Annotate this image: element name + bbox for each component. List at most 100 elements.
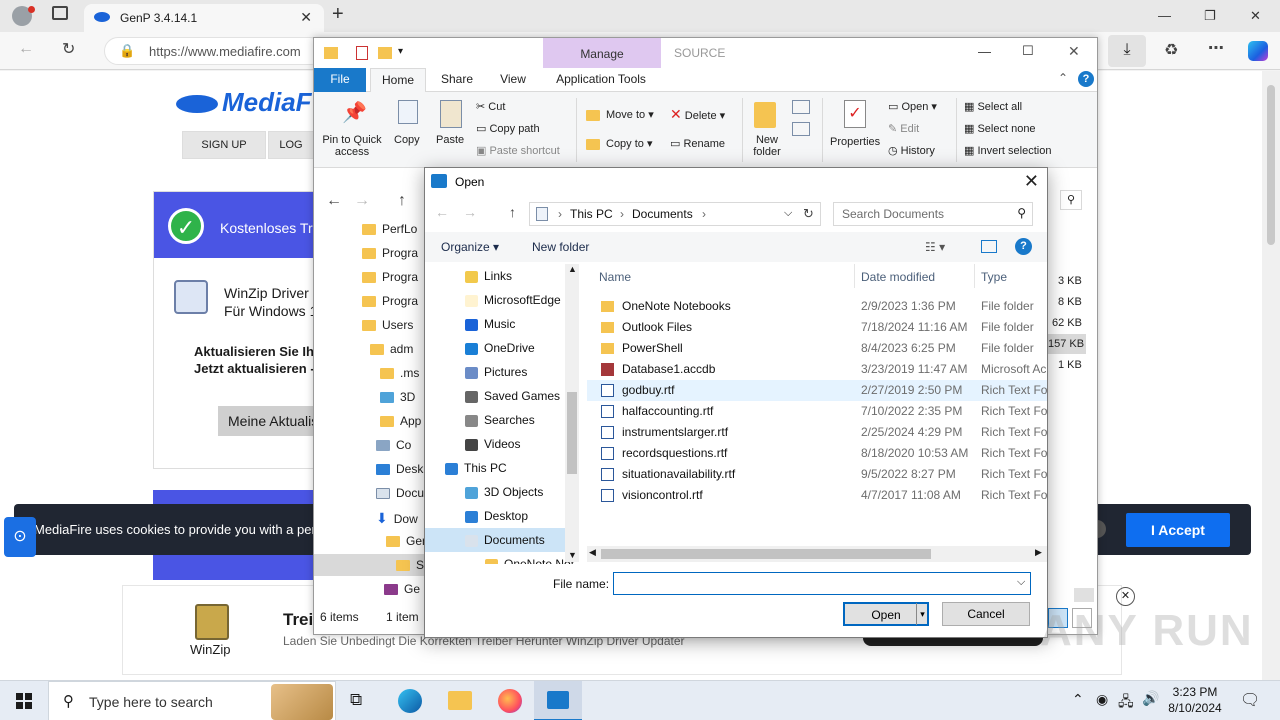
new-item-icon[interactable] (792, 100, 810, 114)
task-view-icon[interactable]: ⧉ (350, 690, 362, 710)
dialog-close-icon[interactable]: ✕ (1024, 171, 1039, 192)
signup-button[interactable]: SIGN UP (182, 131, 266, 159)
pin-quick-access-button[interactable]: Pin to Quick access (320, 134, 384, 158)
explorer-nav-item[interactable]: adm (370, 342, 413, 356)
easy-access-icon[interactable] (792, 122, 810, 136)
new-tab-button[interactable]: + (332, 3, 344, 26)
dialog-nav-item[interactable]: OneDrive (425, 336, 565, 360)
open-button[interactable]: ▭ Open ▾ (888, 100, 937, 113)
manage-tab[interactable]: Manage (543, 38, 661, 68)
copy-path-button[interactable]: ▭ Copy path (476, 122, 540, 135)
dialog-help-icon[interactable]: ? (1015, 238, 1032, 255)
explorer-nav-item[interactable]: Ge (384, 582, 420, 596)
explorer-nav-item[interactable]: Desk (376, 462, 423, 476)
delete-button[interactable]: ✕ Delete ▾ (670, 106, 725, 123)
extensions-icon[interactable]: ♻ (1164, 40, 1178, 60)
dialog-nav-item[interactable]: Documents (425, 528, 565, 552)
dialog-up-icon[interactable]: ↑ (509, 204, 516, 220)
explorer-hscroll[interactable] (1074, 588, 1094, 602)
explorer-back-icon[interactable]: ← (326, 192, 342, 210)
close-icon[interactable]: ✕ (1250, 8, 1261, 24)
dialog-nav-item[interactable]: Searches (425, 408, 565, 432)
page-scrollbar-thumb[interactable] (1267, 85, 1275, 245)
column-separator[interactable] (854, 264, 855, 288)
active-app-taskbar-icon[interactable] (534, 681, 582, 720)
move-to-button[interactable]: Move to ▾ (586, 108, 654, 121)
copy-button[interactable]: Copy (394, 134, 420, 146)
file-row[interactable]: OneNote Notebooks 2/9/2023 1:36 PM File fo… (587, 296, 1047, 317)
new-folder-button[interactable]: New folder (748, 134, 786, 158)
back-icon[interactable]: ← (18, 40, 34, 58)
scroll-right-icon[interactable]: ▶ (1035, 547, 1042, 558)
paste-button[interactable]: Paste (436, 134, 464, 146)
file-row[interactable]: halfaccounting.rtf 7/10/2022 2:35 PM Rich … (587, 401, 1047, 422)
dialog-nav-item[interactable]: Pictures (425, 360, 565, 384)
dialog-nav-item[interactable]: Music (425, 312, 565, 336)
explorer-nav-item[interactable]: ⬇ Dow (376, 510, 418, 527)
tab-application-tools[interactable]: Application Tools (546, 68, 656, 92)
explorer-nav-item[interactable]: Co (376, 438, 411, 452)
explorer-search-icon[interactable]: ⚲ (1060, 190, 1082, 210)
help-icon[interactable]: ? (1078, 71, 1094, 87)
column-header-type[interactable]: Type (981, 270, 1007, 284)
properties-button[interactable]: Properties (830, 136, 880, 148)
dialog-back-icon[interactable]: ← (435, 204, 449, 220)
dialog-nav-item[interactable]: OneNote Not (425, 552, 574, 564)
page-scrollbar[interactable] (1262, 71, 1280, 680)
taskbar-search[interactable]: ⚲ Type here to search (48, 681, 336, 720)
tab-close-icon[interactable]: ✕ (300, 9, 312, 26)
copilot-icon[interactable] (1248, 41, 1268, 61)
assist-icon[interactable]: ⊙ (4, 517, 36, 557)
dialog-nav-item[interactable]: Saved Games (425, 384, 565, 408)
cancel-button[interactable]: Cancel (942, 602, 1030, 626)
breadcrumb[interactable]: › This PC › Documents › ⌵ (529, 202, 821, 226)
cut-button[interactable]: ✂ Cut (476, 100, 505, 113)
explorer-nav-item[interactable]: Progra (362, 270, 418, 284)
explorer-minimize-icon[interactable]: — (978, 44, 991, 59)
minimize-icon[interactable]: — (1158, 8, 1171, 23)
address-bar[interactable]: 🔒 https://www.mediafire.com (104, 37, 324, 65)
organize-button[interactable]: Organize ▾ (441, 240, 499, 254)
nav-pane-scrollbar-thumb[interactable] (567, 392, 577, 474)
taskbar-clock[interactable]: 3:23 PM 8/10/2024 (1160, 684, 1230, 716)
explorer-nav-item-selected[interactable]: SO (314, 554, 433, 576)
explorer-forward-icon[interactable]: → (354, 192, 370, 210)
scroll-up-icon[interactable]: ▲ (568, 264, 577, 274)
filename-input[interactable] (613, 572, 1031, 595)
rename-button[interactable]: ▭ Rename (670, 137, 725, 150)
volume-icon[interactable]: 🔊 (1142, 690, 1159, 707)
qa-dropdown-icon[interactable]: ▾ (398, 46, 403, 57)
notifications-icon[interactable]: 🗨 (1240, 690, 1260, 710)
accept-cookies-button[interactable]: I Accept (1126, 513, 1230, 547)
start-button[interactable] (0, 681, 48, 720)
login-button[interactable]: LOG (268, 131, 314, 159)
scroll-left-icon[interactable]: ◀ (589, 547, 596, 558)
dialog-refresh-icon[interactable]: ↻ (803, 206, 814, 222)
tab-share[interactable]: Share (434, 68, 480, 92)
file-row[interactable]: recordsquestions.rtf 8/18/2020 10:53 AM Ri… (587, 443, 1047, 464)
dialog-forward-icon[interactable]: → (463, 204, 477, 220)
properties-qa-icon[interactable] (356, 46, 368, 60)
preview-pane-icon[interactable] (981, 240, 997, 253)
explorer-nav-item[interactable]: App (380, 414, 421, 428)
file-row[interactable]: Database1.accdb 3/23/2019 11:47 AM Microso… (587, 359, 1047, 380)
file-row[interactable]: Outlook Files 7/18/2024 11:16 AM File fold… (587, 317, 1047, 338)
update-button[interactable]: Meine Aktualis (218, 406, 328, 436)
explorer-nav-item[interactable]: .ms (380, 366, 419, 380)
network-icon[interactable]: 🖧 (1118, 691, 1134, 715)
explorer-maximize-icon[interactable]: ☐ (1022, 43, 1034, 59)
file-list-hscroll-thumb[interactable] (601, 549, 931, 559)
file-row[interactable]: situationavailability.rtf 9/5/2022 8:27 P… (587, 464, 1047, 485)
file-row[interactable]: PowerShell 8/4/2023 6:25 PM File folder (587, 338, 1047, 359)
tab-home[interactable]: Home (370, 68, 426, 92)
newfolder-qa-icon[interactable] (378, 47, 392, 59)
new-folder-button[interactable]: New folder (532, 240, 589, 254)
nav-pane-scrollbar[interactable]: ▲ ▼ (565, 264, 579, 562)
dialog-nav-item[interactable]: Videos (425, 432, 565, 456)
downloads-button[interactable]: ⤓ (1108, 35, 1146, 67)
column-header-name[interactable]: Name (599, 270, 631, 284)
explorer-nav-item[interactable]: Docu (376, 486, 424, 500)
file-row[interactable]: godbuy.rtf 2/27/2019 2:50 PM Rich Text For (587, 380, 1047, 401)
explorer-nav-item[interactable]: 3D (380, 390, 415, 404)
explorer-nav-item[interactable]: Progra (362, 246, 418, 260)
